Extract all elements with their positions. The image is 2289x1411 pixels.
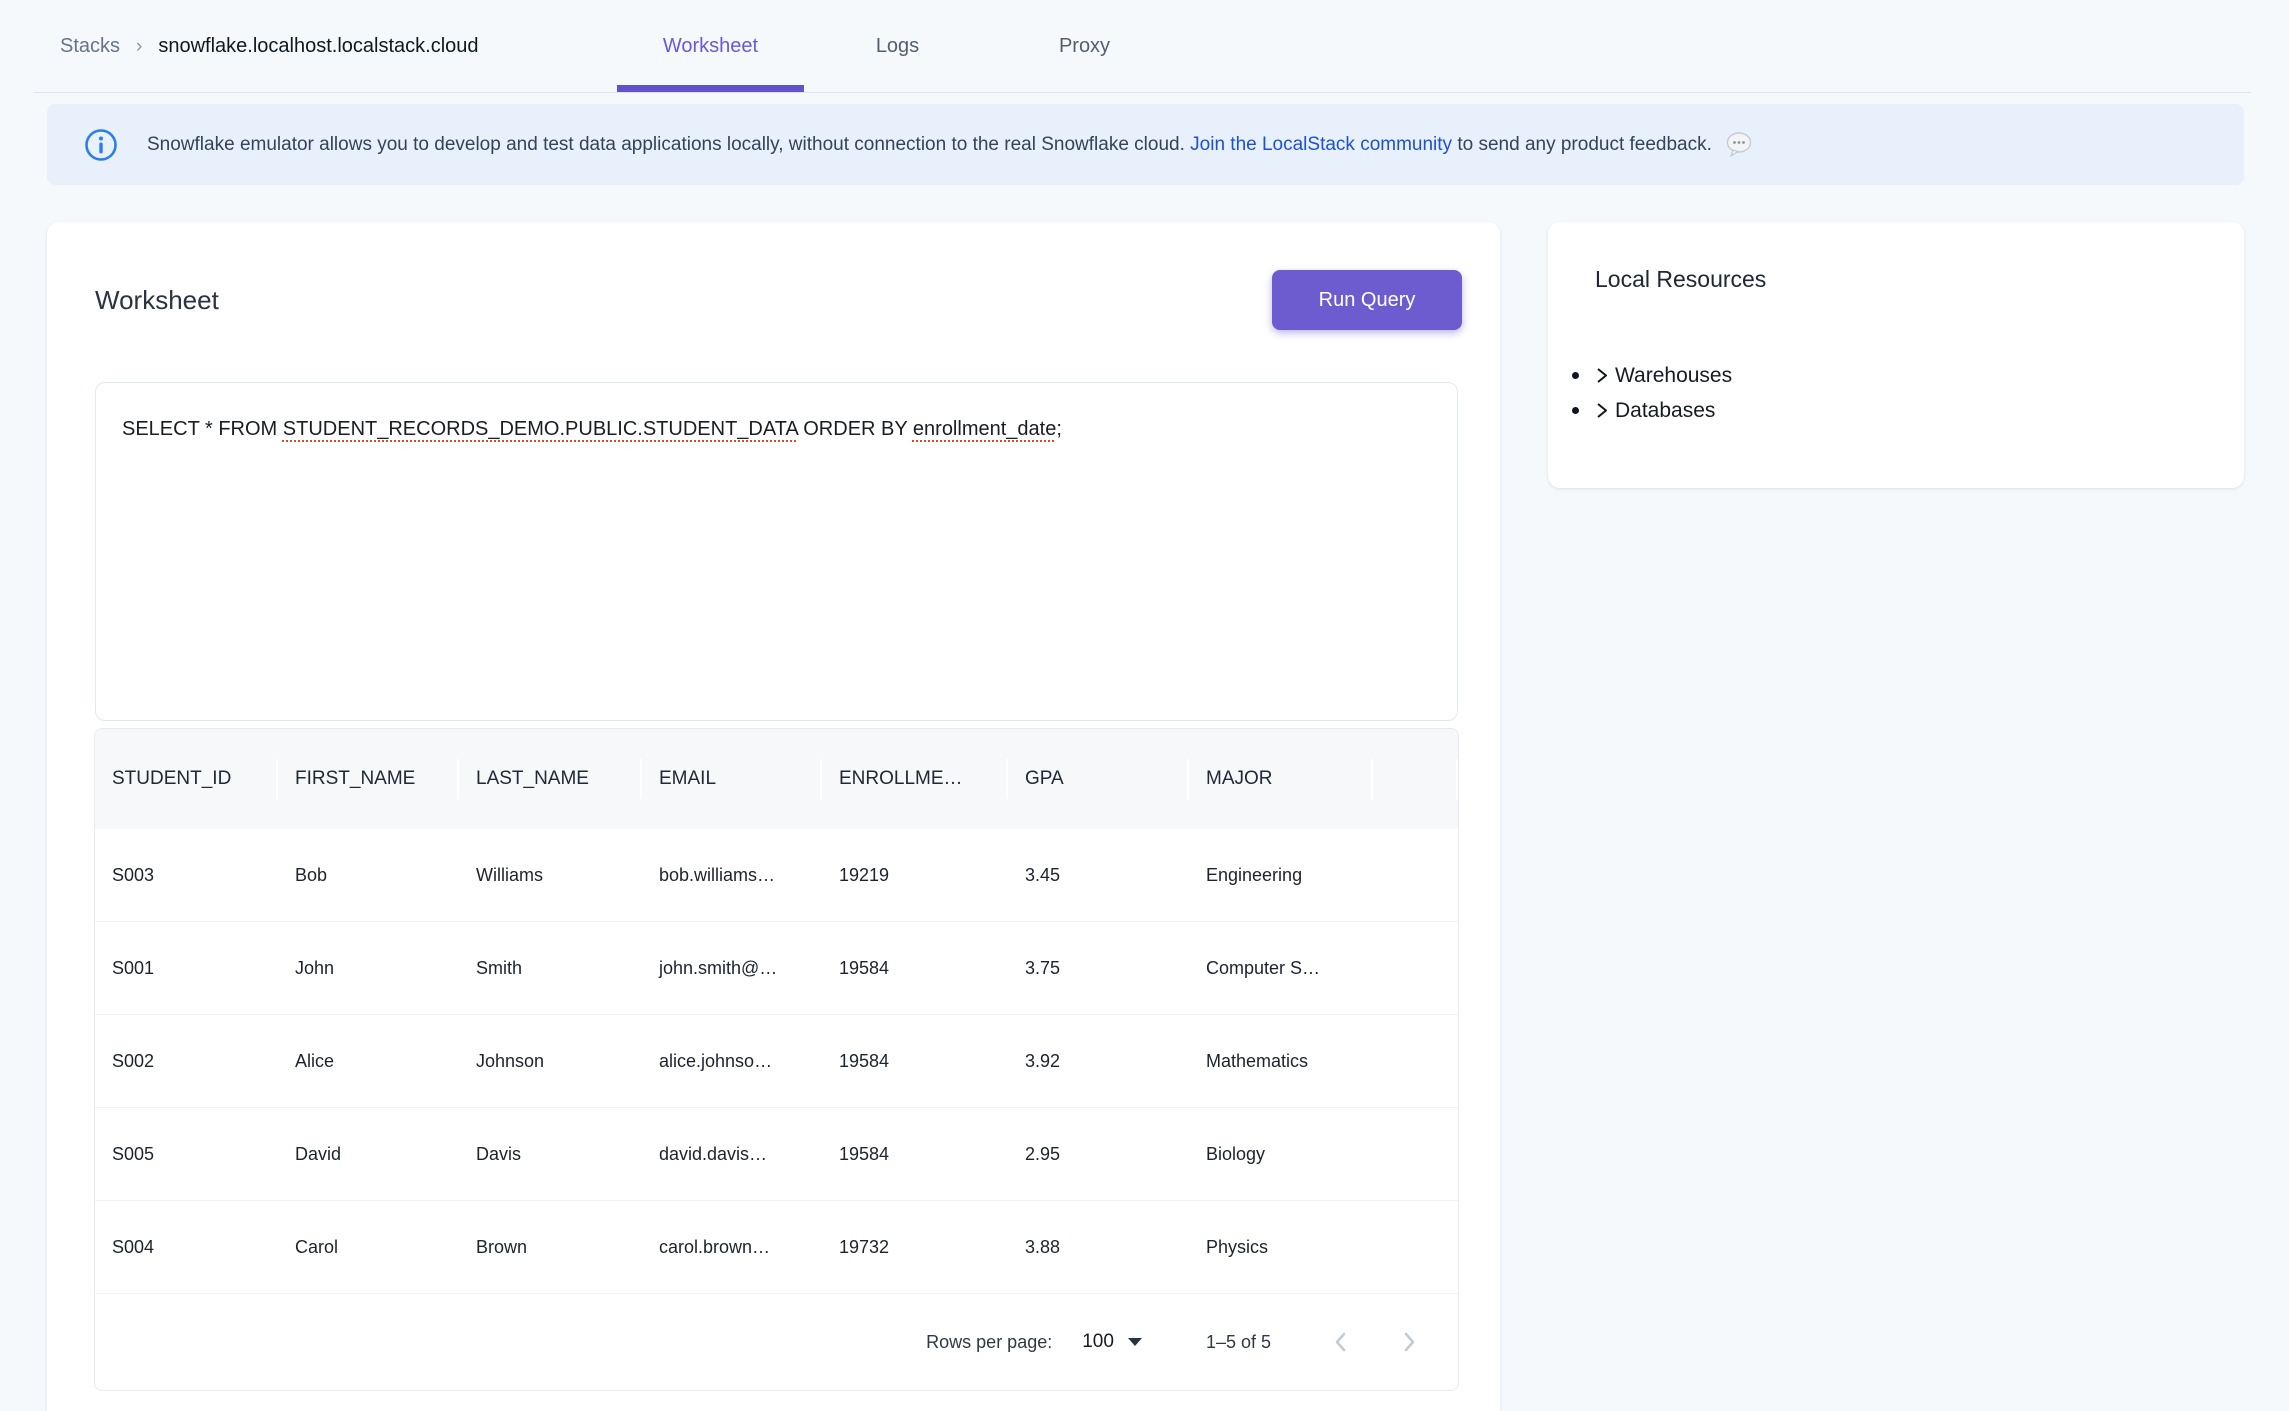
rows-per-page-select[interactable]: 100 bbox=[1082, 1331, 1142, 1353]
table-row: S002 Alice Johnson alice.johnso… 19584 3… bbox=[95, 1015, 1458, 1108]
tab-worksheet[interactable]: Worksheet bbox=[617, 0, 804, 93]
cell-first-name[interactable]: David bbox=[278, 1144, 459, 1165]
table-row: S001 John Smith john.smith@… 19584 3.75 … bbox=[95, 922, 1458, 1015]
results-table-header: STUDENT_ID FIRST_NAME LAST_NAME EMAIL EN… bbox=[95, 729, 1458, 829]
column-header-student-id[interactable]: STUDENT_ID bbox=[95, 729, 278, 829]
chevron-right-icon bbox=[1397, 1330, 1421, 1354]
sql-text-order-column: enrollment_date bbox=[913, 418, 1056, 440]
banner-community-link[interactable]: Join the LocalStack community bbox=[1190, 134, 1452, 156]
results-table: STUDENT_ID FIRST_NAME LAST_NAME EMAIL EN… bbox=[94, 728, 1459, 1391]
tree-item-databases[interactable]: Databases bbox=[1572, 393, 1732, 428]
column-header-last-name[interactable]: LAST_NAME bbox=[459, 729, 642, 829]
banner-text-after: to send any product feedback. bbox=[1452, 134, 1717, 156]
previous-page-button[interactable] bbox=[1321, 1322, 1361, 1362]
cell-last-name[interactable]: Johnson bbox=[459, 1051, 642, 1072]
rows-per-page-value: 100 bbox=[1082, 1331, 1114, 1353]
info-banner: Snowflake emulator allows you to develop… bbox=[47, 104, 2244, 185]
cell-enrollment-date[interactable]: 19584 bbox=[822, 958, 1008, 979]
info-icon bbox=[84, 128, 118, 162]
cell-student-id[interactable]: S002 bbox=[95, 1051, 278, 1072]
cell-first-name[interactable]: John bbox=[278, 958, 459, 979]
column-header-first-name[interactable]: FIRST_NAME bbox=[278, 729, 459, 829]
cell-gpa[interactable]: 3.92 bbox=[1008, 1051, 1189, 1072]
local-resources-panel: Local Resources Warehouses Databases bbox=[1548, 222, 2244, 488]
tree-item-label: Databases bbox=[1615, 399, 1715, 423]
sql-text: ; bbox=[1056, 418, 1062, 440]
cell-last-name[interactable]: Davis bbox=[459, 1144, 642, 1165]
cell-major[interactable]: Biology bbox=[1189, 1144, 1373, 1165]
column-header-enrollment-date[interactable]: ENROLLME… bbox=[822, 729, 1008, 829]
rows-per-page-label: Rows per page: bbox=[926, 1332, 1052, 1353]
cell-enrollment-date[interactable]: 19584 bbox=[822, 1144, 1008, 1165]
cell-email[interactable]: alice.johnso… bbox=[642, 1051, 822, 1072]
table-row: S005 David Davis david.davis… 19584 2.95… bbox=[95, 1108, 1458, 1201]
column-header-empty bbox=[1373, 729, 1458, 829]
cell-email[interactable]: john.smith@… bbox=[642, 958, 822, 979]
resource-tree: Warehouses Databases bbox=[1572, 358, 1732, 428]
table-row: S004 Carol Brown carol.brown… 19732 3.88… bbox=[95, 1201, 1458, 1294]
banner-text-before: Snowflake emulator allows you to develop… bbox=[147, 134, 1190, 156]
pagination-range-label: 1–5 of 5 bbox=[1206, 1332, 1271, 1353]
list-bullet bbox=[1572, 407, 1579, 414]
cell-major[interactable]: Mathematics bbox=[1189, 1051, 1373, 1072]
cell-email[interactable]: carol.brown… bbox=[642, 1237, 822, 1258]
run-query-button[interactable]: Run Query bbox=[1272, 270, 1462, 330]
tree-item-warehouses[interactable]: Warehouses bbox=[1572, 358, 1732, 393]
cell-enrollment-date[interactable]: 19219 bbox=[822, 865, 1008, 886]
cell-first-name[interactable]: Alice bbox=[278, 1051, 459, 1072]
cell-first-name[interactable]: Carol bbox=[278, 1237, 459, 1258]
cell-gpa[interactable]: 3.88 bbox=[1008, 1237, 1189, 1258]
top-navigation-bar: Stacks › snowflake.localhost.localstack.… bbox=[0, 0, 2289, 93]
column-header-email[interactable]: EMAIL bbox=[642, 729, 822, 829]
dropdown-caret-icon bbox=[1128, 1338, 1142, 1346]
sql-text: SELECT * FROM bbox=[122, 418, 283, 440]
list-bullet bbox=[1572, 372, 1579, 379]
column-header-gpa[interactable]: GPA bbox=[1008, 729, 1189, 829]
speech-balloon-icon[interactable] bbox=[1726, 132, 1752, 157]
cell-student-id[interactable]: S004 bbox=[95, 1237, 278, 1258]
breadcrumb-stacks-link[interactable]: Stacks bbox=[60, 35, 120, 58]
breadcrumb: Stacks › snowflake.localhost.localstack.… bbox=[60, 0, 479, 93]
sql-text-table-name: STUDENT_RECORDS_DEMO.PUBLIC.STUDENT_DATA bbox=[283, 418, 798, 440]
tab-logs[interactable]: Logs bbox=[804, 0, 991, 93]
local-resources-title: Local Resources bbox=[1595, 266, 1766, 293]
cell-major[interactable]: Engineering bbox=[1189, 865, 1373, 886]
tab-proxy[interactable]: Proxy bbox=[991, 0, 1178, 93]
chevron-right-icon bbox=[1593, 401, 1610, 420]
cell-student-id[interactable]: S003 bbox=[95, 865, 278, 886]
worksheet-panel: Worksheet Run Query SELECT * FROM STUDEN… bbox=[47, 222, 1500, 1411]
breadcrumb-stack-name: snowflake.localhost.localstack.cloud bbox=[158, 35, 478, 58]
cell-major[interactable]: Physics bbox=[1189, 1237, 1373, 1258]
cell-student-id[interactable]: S001 bbox=[95, 958, 278, 979]
cell-gpa[interactable]: 3.45 bbox=[1008, 865, 1189, 886]
chevron-left-icon bbox=[1329, 1330, 1353, 1354]
cell-email[interactable]: bob.williams… bbox=[642, 865, 822, 886]
next-page-button[interactable] bbox=[1389, 1322, 1429, 1362]
cell-first-name[interactable]: Bob bbox=[278, 865, 459, 886]
breadcrumb-separator-icon: › bbox=[136, 36, 142, 58]
column-header-major[interactable]: MAJOR bbox=[1189, 729, 1373, 829]
cell-enrollment-date[interactable]: 19584 bbox=[822, 1051, 1008, 1072]
cell-gpa[interactable]: 3.75 bbox=[1008, 958, 1189, 979]
cell-last-name[interactable]: Williams bbox=[459, 865, 642, 886]
tab-bar: Worksheet Logs Proxy bbox=[617, 0, 1178, 93]
cell-student-id[interactable]: S005 bbox=[95, 1144, 278, 1165]
cell-last-name[interactable]: Brown bbox=[459, 1237, 642, 1258]
sql-editor[interactable]: SELECT * FROM STUDENT_RECORDS_DEMO.PUBLI… bbox=[95, 382, 1458, 721]
cell-enrollment-date[interactable]: 19732 bbox=[822, 1237, 1008, 1258]
sql-text: ORDER BY bbox=[798, 418, 913, 440]
cell-gpa[interactable]: 2.95 bbox=[1008, 1144, 1189, 1165]
cell-major[interactable]: Computer S… bbox=[1189, 958, 1373, 979]
worksheet-title: Worksheet bbox=[95, 285, 219, 316]
table-row: S003 Bob Williams bob.williams… 19219 3.… bbox=[95, 829, 1458, 922]
cell-last-name[interactable]: Smith bbox=[459, 958, 642, 979]
tree-item-label: Warehouses bbox=[1615, 364, 1732, 388]
cell-email[interactable]: david.davis… bbox=[642, 1144, 822, 1165]
chevron-right-icon bbox=[1593, 366, 1610, 385]
table-pagination: Rows per page: 100 1–5 of 5 bbox=[95, 1294, 1458, 1390]
